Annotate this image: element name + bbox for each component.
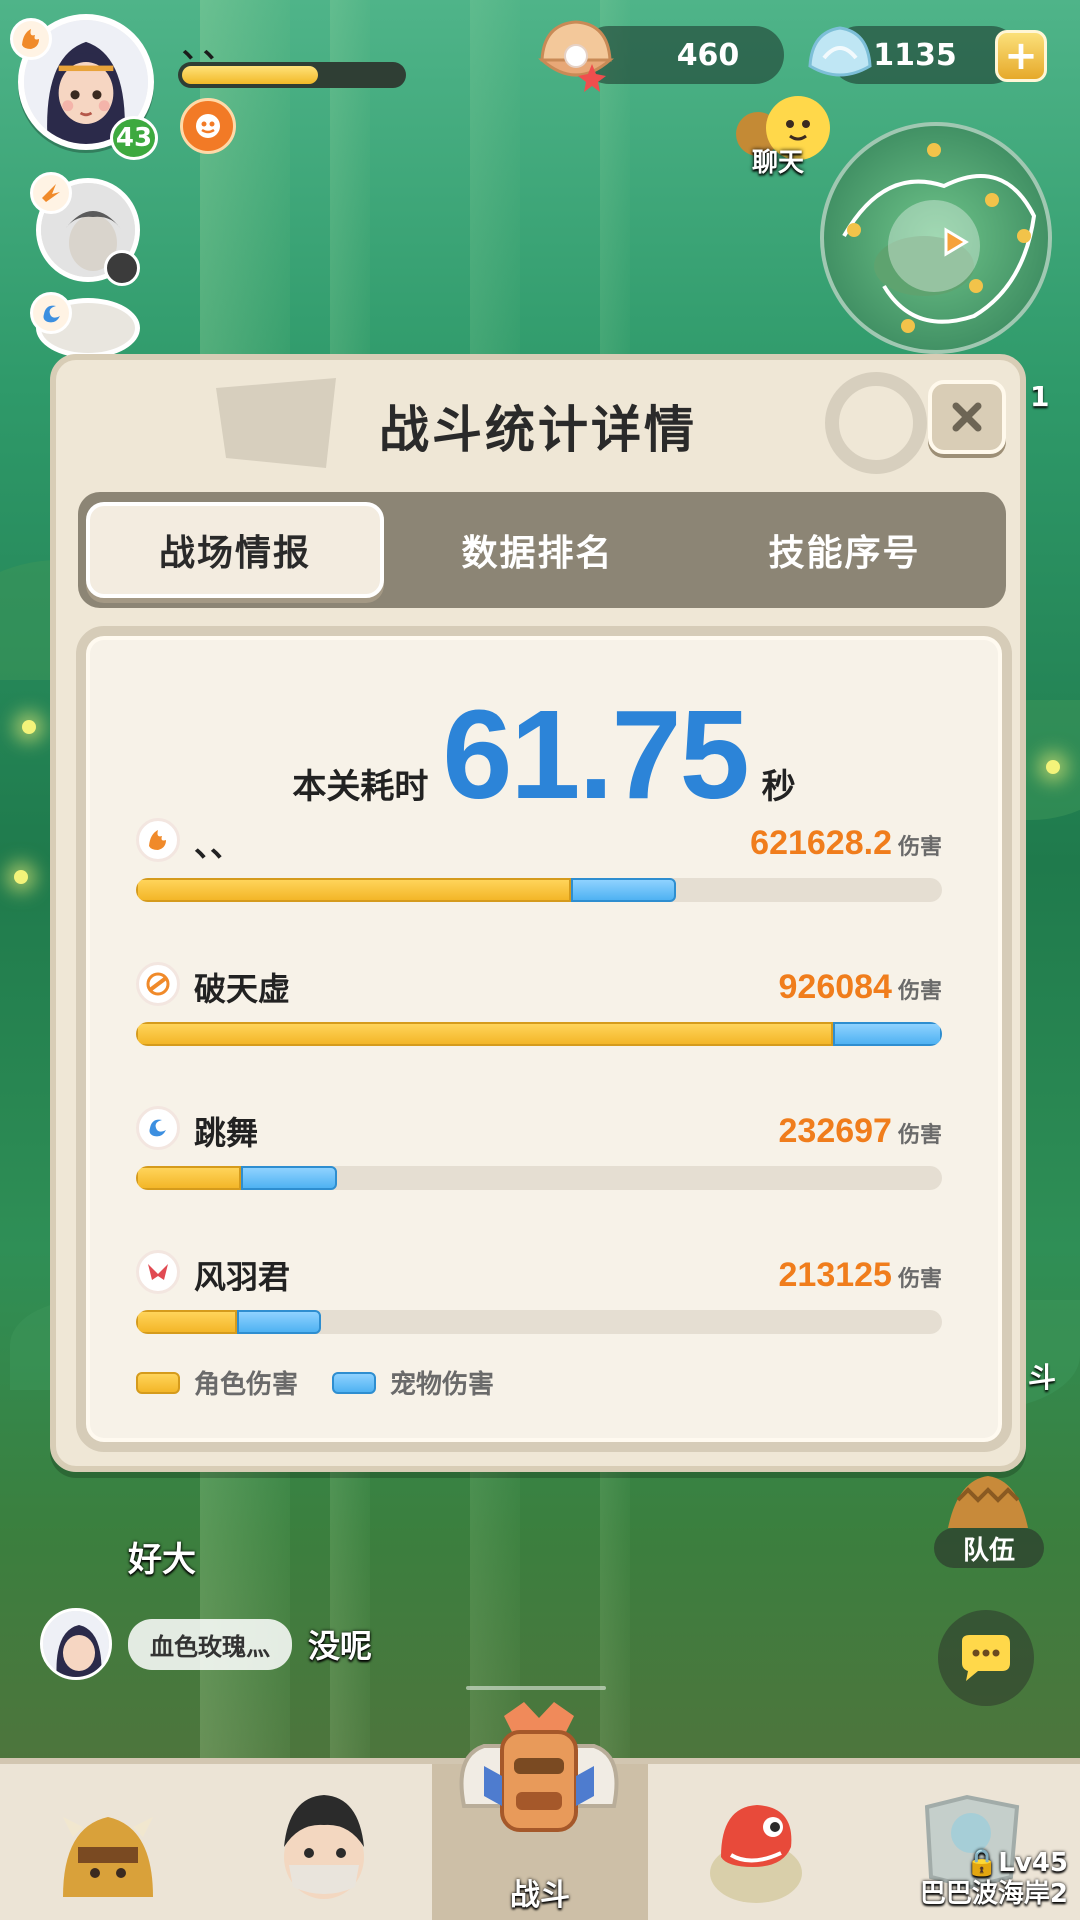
player-row-name: 风羽君 [194, 1258, 291, 1296]
swipe-indicator [466, 1686, 606, 1690]
legend-pet-damage: 宠物伤害 [332, 1364, 494, 1401]
nav-character[interactable] [216, 1764, 432, 1920]
nav-pets[interactable] [0, 1764, 216, 1920]
chat-avatar[interactable] [40, 1608, 112, 1680]
map-lock-info: 🔒Lv45 巴巴波海岸2 [920, 1848, 1068, 1910]
minimap-route-icon [842, 143, 1037, 333]
wind-class-icon [136, 962, 180, 1006]
chat-partial-message: 好大 [128, 1540, 196, 1580]
lock-level-text: Lv45 [998, 1847, 1068, 1878]
player-hp-fill [182, 66, 319, 84]
close-button[interactable] [928, 380, 1006, 454]
flame-class-icon [10, 18, 52, 60]
damage-bar [136, 878, 942, 902]
water-class-icon [136, 1106, 180, 1150]
pet-damage-swatch [332, 1371, 377, 1394]
nav-map[interactable]: 🔒Lv45 巴巴波海岸2 [864, 1764, 1080, 1920]
player-hp-bar [178, 62, 406, 88]
stage-time-label: 本关耗时 [292, 767, 429, 807]
wind-class-icon [30, 172, 72, 214]
beast-icon [63, 1817, 153, 1897]
blade-class-icon [136, 1250, 180, 1294]
team-label: 队伍 [934, 1528, 1044, 1568]
device-icon [104, 250, 140, 286]
tab-battle-intel[interactable]: 战场情报 [86, 502, 384, 598]
player-damage-row: 、、 621628.2 伤害 [136, 818, 942, 928]
team-icon [948, 1476, 1028, 1528]
speech-bubble-icon [962, 1635, 1010, 1681]
buff-status-icon[interactable] [180, 98, 236, 154]
tab-skill-sequence[interactable]: 技能序号 [691, 502, 998, 598]
dino-icon [710, 1805, 802, 1903]
damage-legend: 角色伤害 宠物伤害 [136, 1364, 494, 1401]
player-level-badge: 43 [110, 116, 158, 160]
nav-battle-label: 战斗 [510, 1878, 570, 1913]
damage-unit: 伤害 [897, 835, 942, 860]
role-damage-segment [136, 1166, 241, 1190]
right-edge-fragment: 斗 [1028, 1361, 1057, 1394]
battle-totem-icon [459, 1702, 619, 1832]
crystal-shell-icon [808, 26, 872, 77]
chat-shortcut-label: 聊天 [752, 148, 805, 178]
damage-bar [136, 1022, 942, 1046]
player-name: 、、 [182, 30, 239, 65]
pet-damage-segment [236, 1310, 322, 1334]
damage-unit: 伤害 [897, 979, 942, 1004]
player-row-name: 、、 [194, 826, 243, 864]
pet-damage-segment [571, 878, 676, 902]
right-edge-fragment: 1 [1030, 380, 1050, 413]
player-row-name: 破天虚 [194, 970, 291, 1008]
chat-message-text: 没呢 [308, 1627, 373, 1665]
pet-damage-segment [240, 1166, 338, 1190]
stage-time-row: 本关耗时 61.75 秒 [86, 692, 1002, 818]
pearl-shell-icon [538, 20, 614, 92]
hero-icon [284, 1795, 364, 1899]
player-row-damage: 213125 [778, 1256, 892, 1294]
legend-role-damage: 角色伤害 [136, 1364, 298, 1401]
tab-data-ranking[interactable]: 数据排名 [384, 502, 691, 598]
player-damage-row: 风羽君 213125 伤害 [136, 1250, 942, 1360]
flame-class-icon [136, 818, 180, 862]
pearl-currency-value: 460 [676, 37, 740, 73]
battle-stats-modal: 战斗统计详情 战场情报 数据排名 技能序号 本关耗时 61.75 秒 、、 62… [50, 354, 1026, 1472]
legend-role-label: 角色伤害 [194, 1370, 299, 1400]
damage-bar [136, 1166, 942, 1190]
damage-unit: 伤害 [897, 1123, 942, 1148]
minimap[interactable] [820, 122, 1052, 354]
close-icon [952, 402, 982, 432]
stage-time-value: 61.75 [442, 684, 749, 825]
chat-button[interactable] [938, 1610, 1034, 1706]
stats-panel: 本关耗时 61.75 秒 、、 621628.2 伤害 破天虚 926084 伤害 [76, 626, 1012, 1452]
damage-unit: 伤害 [897, 1267, 942, 1292]
pet-damage-segment [833, 1022, 942, 1046]
lock-icon: 🔒 [965, 1847, 999, 1878]
player-damage-row: 破天虚 926084 伤害 [136, 962, 942, 1072]
legend-pet-label: 宠物伤害 [390, 1370, 495, 1400]
modal-title: 战斗统计详情 [379, 401, 697, 459]
role-damage-segment [136, 1022, 834, 1046]
add-currency-button[interactable]: + [995, 30, 1047, 82]
player-row-damage: 232697 [778, 1112, 892, 1150]
water-class-icon [30, 292, 72, 334]
lock-level: 🔒Lv45 [920, 1848, 1068, 1879]
lock-place: 巴巴波海岸2 [919, 1878, 1068, 1909]
damage-bar [136, 1310, 942, 1334]
chat-shortcut-button[interactable]: 聊天 [728, 90, 848, 180]
stats-tabs: 战场情报 数据排名 技能序号 [78, 492, 1006, 608]
player-row-name: 跳舞 [194, 1114, 259, 1152]
nav-dino[interactable] [648, 1764, 864, 1920]
player-row-damage: 926084 [778, 968, 892, 1006]
player-damage-row: 跳舞 232697 伤害 [136, 1106, 942, 1216]
stage-time-unit: 秒 [761, 767, 796, 807]
role-damage-segment [136, 878, 572, 902]
player-row-damage: 621628.2 [750, 824, 892, 862]
chat-sender-tag[interactable]: 血色玫瑰灬 [128, 1618, 292, 1670]
role-damage-segment [136, 1310, 237, 1334]
chat-message-row: 血色玫瑰灬 没呢 [40, 1608, 372, 1680]
team-button[interactable]: 队伍 [932, 1470, 1044, 1570]
crystal-currency-value: 1135 [873, 37, 957, 73]
role-damage-swatch [136, 1371, 180, 1394]
